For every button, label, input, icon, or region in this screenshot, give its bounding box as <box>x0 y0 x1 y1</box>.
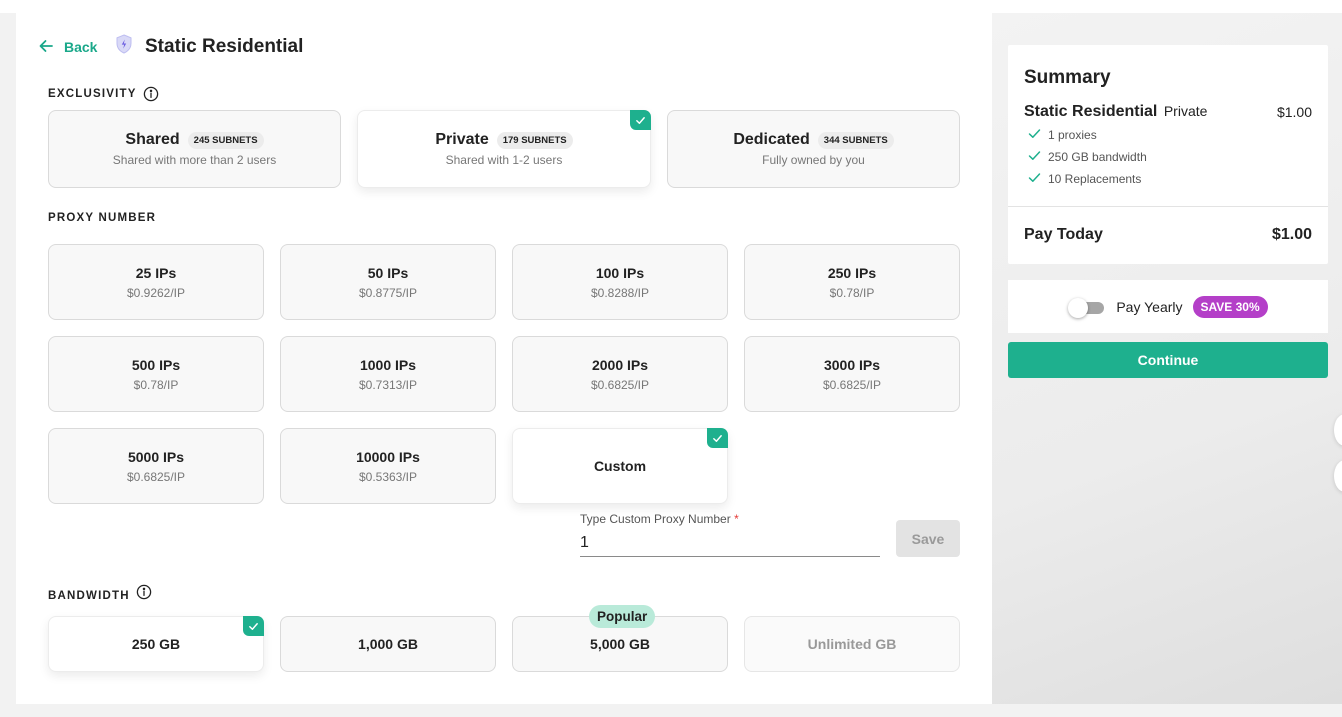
proxy-option-name: 500 IPs <box>131 356 181 373</box>
proxy-option-card[interactable]: 5000 IPs $0.6825/IP <box>48 428 264 504</box>
proxy-option-price: $0.78/IP <box>133 377 179 392</box>
subnet-badge: 245 SUBNETS <box>187 131 264 149</box>
exclusivity-description: Fully owned by you <box>762 153 865 167</box>
summary-product-tier: Private <box>1163 103 1208 119</box>
pay-yearly-label: Pay Yearly <box>1116 298 1183 315</box>
exclusivity-description: Shared with 1-2 users <box>445 153 563 167</box>
proxy-option-card[interactable]: 25 IPs $0.9262/IP <box>48 244 264 320</box>
check-icon <box>243 616 264 636</box>
bandwidth-label-text: BANDWIDTH <box>48 590 130 602</box>
exclusivity-label-text: EXCLUSIVITY <box>48 88 137 100</box>
save-badge: SAVE 30% <box>1192 295 1268 318</box>
back-link[interactable]: Back <box>38 37 97 57</box>
required-mark: * <box>734 512 739 526</box>
exclusivity-name: Dedicated <box>733 131 810 148</box>
proxy-option-card[interactable]: 2000 IPs $0.6825/IP <box>512 336 728 412</box>
back-label: Back <box>64 39 98 55</box>
proxy-option-price: $0.7313/IP <box>358 377 418 392</box>
proxy-option-price: $0.78/IP <box>829 285 875 300</box>
proxy-option-price: $0.8288/IP <box>590 285 650 300</box>
subnet-badge: 344 SUBNETS <box>817 131 894 149</box>
proxy-option-name: 1000 IPs <box>359 356 417 373</box>
exclusivity-description: Shared with more than 2 users <box>112 153 277 167</box>
exclusivity-name: Private <box>435 131 489 148</box>
summary-feature-text: 250 GB bandwidth <box>1048 150 1147 164</box>
summary-feature: 1 proxies <box>1028 127 1097 143</box>
exclusivity-private-card[interactable]: Private 179 SUBNETS Shared with 1-2 user… <box>357 110 651 188</box>
summary-feature-text: 10 Replacements <box>1048 172 1142 186</box>
save-button[interactable]: Save <box>896 520 960 557</box>
page-title: Static Residential <box>145 35 304 57</box>
summary-feature-text: 1 proxies <box>1048 128 1097 142</box>
proxy-option-name: 2000 IPs <box>591 356 649 373</box>
proxy-option-price: $0.6825/IP <box>126 469 186 484</box>
summary-divider <box>1008 206 1328 207</box>
proxy-option-price: $0.8775/IP <box>358 285 418 300</box>
check-icon <box>1028 127 1041 143</box>
proxy-option-price: $0.5363/IP <box>358 469 418 484</box>
proxy-option-name: 100 IPs <box>595 264 645 281</box>
arrow-left-icon <box>38 38 54 57</box>
bandwidth-option-card[interactable]: 250 GB <box>48 616 264 672</box>
proxy-option-price: $0.6825/IP <box>822 377 882 392</box>
summary-feature: 10 Replacements <box>1028 171 1141 187</box>
top-strip <box>0 0 1342 13</box>
proxy-option-card[interactable]: 100 IPs $0.8288/IP <box>512 244 728 320</box>
custom-proxy-label: Type Custom Proxy Number * <box>580 512 739 526</box>
bandwidth-option-name: 1,000 GB <box>358 636 418 652</box>
proxy-option-card[interactable]: 50 IPs $0.8775/IP <box>280 244 496 320</box>
summary-product-name: Static Residential <box>1024 103 1158 120</box>
proxy-option-name: Custom <box>593 458 647 474</box>
custom-proxy-input[interactable] <box>580 530 880 557</box>
proxy-option-card[interactable]: 500 IPs $0.78/IP <box>48 336 264 412</box>
proxy-option-card[interactable]: 3000 IPs $0.6825/IP <box>744 336 960 412</box>
proxy-option-name: 5000 IPs <box>127 448 185 465</box>
bandwidth-option-name: Unlimited GB <box>807 636 897 652</box>
check-icon <box>707 428 728 448</box>
pay-today-amount: $1.00 <box>1271 226 1312 243</box>
proxy-option-name: 25 IPs <box>135 264 177 281</box>
proxy-option-name: 250 IPs <box>827 264 877 281</box>
exclusivity-name: Shared <box>125 131 180 148</box>
check-icon <box>1028 171 1041 187</box>
info-icon[interactable] <box>136 584 152 600</box>
bandwidth-label: BANDWIDTH <box>48 582 152 602</box>
pay-yearly-toggle[interactable] <box>1068 297 1106 318</box>
summary-heading: Summary <box>1024 67 1111 88</box>
summary-panel: Summary Static Residential Private $1.00… <box>1008 45 1328 264</box>
proxy-option-card[interactable]: 250 IPs $0.78/IP <box>744 244 960 320</box>
proxy-number-label: PROXY NUMBER <box>48 212 156 224</box>
summary-price: $1.00 <box>1276 104 1312 120</box>
custom-proxy-label-text: Type Custom Proxy Number <box>580 512 731 526</box>
proxy-option-card[interactable]: 10000 IPs $0.5363/IP <box>280 428 496 504</box>
exclusivity-shared-card[interactable]: Shared 245 SUBNETS Shared with more than… <box>48 110 341 188</box>
proxy-option-name: 3000 IPs <box>823 356 881 373</box>
proxy-option-card[interactable]: 1000 IPs $0.7313/IP <box>280 336 496 412</box>
bandwidth-option-name: 5,000 GB <box>590 636 650 652</box>
summary-product: Static Residential Private <box>1024 103 1207 121</box>
toggle-thumb <box>1068 297 1089 318</box>
bandwidth-option-name: 250 GB <box>131 636 181 652</box>
exclusivity-dedicated-card[interactable]: Dedicated 344 SUBNETS Fully owned by you <box>667 110 960 188</box>
pay-today-label: Pay Today <box>1024 226 1103 243</box>
proxy-number-label-text: PROXY NUMBER <box>48 212 157 224</box>
check-icon <box>630 110 651 130</box>
shield-icon <box>115 34 133 59</box>
info-icon[interactable] <box>143 86 159 102</box>
continue-button[interactable]: Continue <box>1008 342 1328 378</box>
proxy-option-price: $0.9262/IP <box>126 285 186 300</box>
exclusivity-label: EXCLUSIVITY <box>48 86 159 102</box>
summary-feature: 250 GB bandwidth <box>1028 149 1147 165</box>
subnet-badge: 179 SUBNETS <box>496 131 573 149</box>
popular-badge: Popular <box>589 605 656 628</box>
proxy-option-custom-card[interactable]: Custom <box>512 428 728 504</box>
bandwidth-option-card: Unlimited GB <box>744 616 960 672</box>
check-icon <box>1028 149 1041 165</box>
proxy-option-price: $0.6825/IP <box>590 377 650 392</box>
bandwidth-option-card[interactable]: 1,000 GB <box>280 616 496 672</box>
proxy-option-name: 50 IPs <box>367 264 409 281</box>
page-header: Static Residential <box>115 34 303 59</box>
pay-yearly-row: Pay Yearly SAVE 30% <box>1008 280 1328 333</box>
proxy-option-name: 10000 IPs <box>356 448 420 465</box>
